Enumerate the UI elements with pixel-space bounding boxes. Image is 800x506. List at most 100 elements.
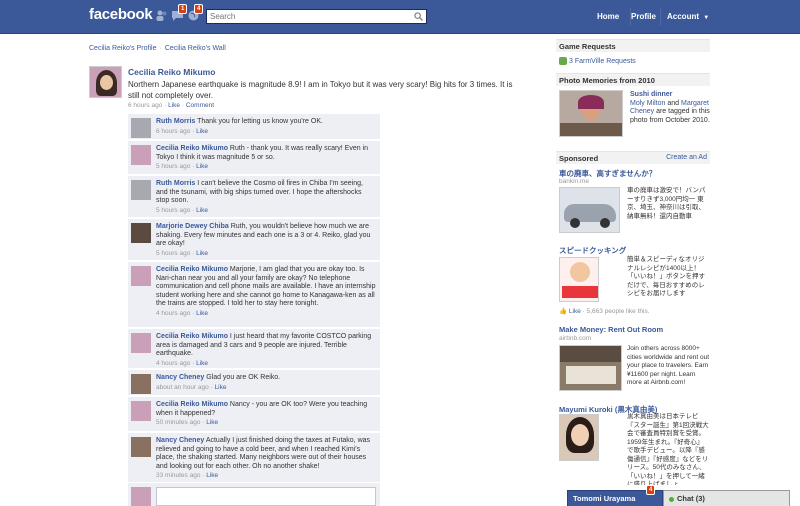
post-like-link[interactable]: Like <box>168 102 180 109</box>
sponsored-title: Sponsored <box>559 154 599 163</box>
comment-item: Nancy Cheney Glad you are OK Reiko. abou… <box>128 370 380 396</box>
commenter-avatar[interactable] <box>131 401 151 421</box>
breadcrumb-profile-link[interactable]: Cecilia Reiko's Profile <box>89 45 156 52</box>
facebook-logo[interactable]: facebook <box>89 6 153 23</box>
tag-and: and <box>665 99 681 107</box>
notifications-globe-icon[interactable]: 4 <box>187 4 204 22</box>
chat-friend-name: Tomomi Urayama <box>573 494 636 503</box>
post-timestamp: 6 hours ago <box>128 102 163 109</box>
photo-memory-caption: Sushi dinner Moly Milton and Margaret Ch… <box>630 91 710 125</box>
create-ad-link[interactable]: Create an Ad <box>666 154 707 161</box>
chat-dock-button[interactable]: Chat (3) <box>663 490 790 506</box>
farmville-requests-link[interactable]: 3 FarmVille Requests <box>559 57 636 65</box>
ad-image[interactable] <box>559 345 622 391</box>
breadcrumb: Cecilia Reiko's Profile · Cecilia Reiko's … <box>89 45 226 52</box>
ad-image[interactable] <box>559 187 620 233</box>
nav-home[interactable]: Home <box>597 12 619 21</box>
post-comment-link[interactable]: Comment <box>186 102 214 109</box>
comment-timestamp: about an hour ago <box>156 383 209 391</box>
search-box[interactable] <box>206 9 427 24</box>
comment-like-link[interactable]: Like <box>196 250 208 257</box>
ad-text: 車の廃車は激安で！バンパーすりきず3,000円均一 東京、埼玉、神奈川は引取、納… <box>627 187 706 220</box>
nav-profile[interactable]: Profile <box>631 12 656 21</box>
comment-like-link[interactable]: Like <box>206 472 218 479</box>
comment-timestamp: 6 hours ago <box>156 127 191 135</box>
comment-timestamp: 4 hours ago <box>156 309 191 317</box>
current-user-avatar <box>131 487 151 506</box>
commenter-name[interactable]: Cecilia Reiko Mikumo <box>156 333 228 340</box>
comment-timestamp: 33 minutes ago <box>156 472 201 479</box>
chat-dock-label: Chat (3) <box>677 494 705 503</box>
messages-icon[interactable]: 1 <box>171 4 188 22</box>
search-icon[interactable] <box>414 12 423 21</box>
notifications-badge: 4 <box>194 4 204 14</box>
post-meta: 6 hours ago · Like · Comment <box>128 102 215 109</box>
top-bar: facebook 1 4 Home Profile Account ▼ <box>0 0 800 34</box>
ad-text: Join others across 8000+ cities worldwid… <box>627 345 710 386</box>
commenter-name[interactable]: Nancy Cheney <box>156 374 204 381</box>
sponsored-header: Sponsored Create an Ad <box>556 151 710 164</box>
tagged-friend-link[interactable]: Moly Milton <box>630 100 665 107</box>
nav-account-label: Account <box>667 12 699 21</box>
comment-text: Glad you are OK Reiko. <box>206 374 281 381</box>
write-comment-box <box>128 483 380 506</box>
ad-like-link[interactable]: Like <box>569 308 581 315</box>
comment-like-link[interactable]: Like <box>196 128 208 135</box>
breadcrumb-separator: · <box>159 45 162 52</box>
ad-like-count: · 5,663 people like this. <box>580 308 650 315</box>
commenter-name[interactable]: Cecilia Reiko Mikumo <box>156 266 228 273</box>
comment-item: Cecilia Reiko Mikumo I just heard that m… <box>128 329 380 369</box>
search-input[interactable] <box>207 10 407 23</box>
comment-like-link[interactable]: Like <box>196 360 208 367</box>
game-requests-header: Game Requests <box>556 39 710 52</box>
ad-text: 簡単＆スピーディなオリジナルレシピが1400以上！「いいね！」ボタンを押すだけで… <box>627 256 705 297</box>
comment-item: Nancy Cheney Actually I just finished do… <box>128 433 380 483</box>
commenter-avatar[interactable] <box>131 145 151 165</box>
ad-text: 黒木真由美は日本テレビ『スター誕生』第1回決戦大会で審査員特別賞を受賞。1959… <box>627 413 709 485</box>
commenter-avatar[interactable] <box>131 118 151 138</box>
commenter-name[interactable]: Ruth Morris <box>156 118 195 125</box>
post-author-name[interactable]: Cecilia Reiko Mikumo <box>128 67 215 77</box>
comment-item: Marjorie Dewey Chiba Ruth, you wouldn't … <box>128 219 380 261</box>
comment-like-link[interactable]: Like <box>196 207 208 214</box>
nav-account[interactable]: Account ▼ <box>667 12 709 21</box>
commenter-name[interactable]: Cecilia Reiko Mikumo <box>156 145 228 152</box>
commenter-avatar[interactable] <box>131 374 151 394</box>
commenter-avatar[interactable] <box>131 437 151 457</box>
commenter-avatar[interactable] <box>131 266 151 286</box>
comment-item: Cecilia Reiko Mikumo Marjorie, I am glad… <box>128 262 380 328</box>
breadcrumb-wall-link[interactable]: Cecilia Reiko's Wall <box>165 45 226 52</box>
ad-image[interactable] <box>559 414 599 461</box>
ad-image[interactable] <box>559 257 599 302</box>
comment-like-link[interactable]: Like <box>215 384 227 391</box>
ad-title[interactable]: スピードクッキング <box>559 245 626 256</box>
photo-memories-header: Photo Memories from 2010 <box>556 73 710 86</box>
comment-timestamp: 5 hours ago <box>156 249 191 257</box>
post-author-avatar[interactable] <box>89 66 122 98</box>
commenter-name[interactable]: Marjorie Dewey Chiba <box>156 223 229 230</box>
comment-timestamp: 4 hours ago <box>156 359 191 367</box>
comment-like-link[interactable]: Like <box>206 419 218 426</box>
post-text: Northern Japanese earthquake is magnitud… <box>128 80 513 100</box>
memory-photo[interactable] <box>559 90 623 137</box>
friend-requests-icon[interactable] <box>155 9 168 22</box>
comment-item: Cecilia Reiko Mikumo Ruth - thank you. I… <box>128 141 380 175</box>
commenter-name[interactable]: Ruth Morris <box>156 180 195 187</box>
commenter-avatar[interactable] <box>131 180 151 200</box>
ad-title[interactable]: Make Money: Rent Out Room <box>559 325 663 334</box>
commenter-avatar[interactable] <box>131 333 151 353</box>
chat-unread-badge: 4 <box>646 485 656 495</box>
thumbs-up-icon: 👍 <box>559 308 568 315</box>
comment-timestamp: 5 hours ago <box>156 163 191 170</box>
commenter-name[interactable]: Nancy Cheney <box>156 437 204 444</box>
chat-tab-friend[interactable]: Tomomi Urayama 4 <box>567 485 663 506</box>
comment-input[interactable] <box>156 487 376 506</box>
comment-like-link[interactable]: Like <box>196 310 208 317</box>
commenter-name[interactable]: Cecilia Reiko Mikumo <box>156 401 228 408</box>
commenter-avatar[interactable] <box>131 223 151 243</box>
comment-like-link[interactable]: Like <box>196 163 208 170</box>
comment-item: Ruth Morris Thank you for letting us kno… <box>128 114 380 140</box>
album-link[interactable]: Sushi dinner <box>630 91 710 100</box>
chat-bar: Tomomi Urayama 4 Chat (3) <box>567 485 790 506</box>
chevron-down-icon: ▼ <box>703 15 710 21</box>
